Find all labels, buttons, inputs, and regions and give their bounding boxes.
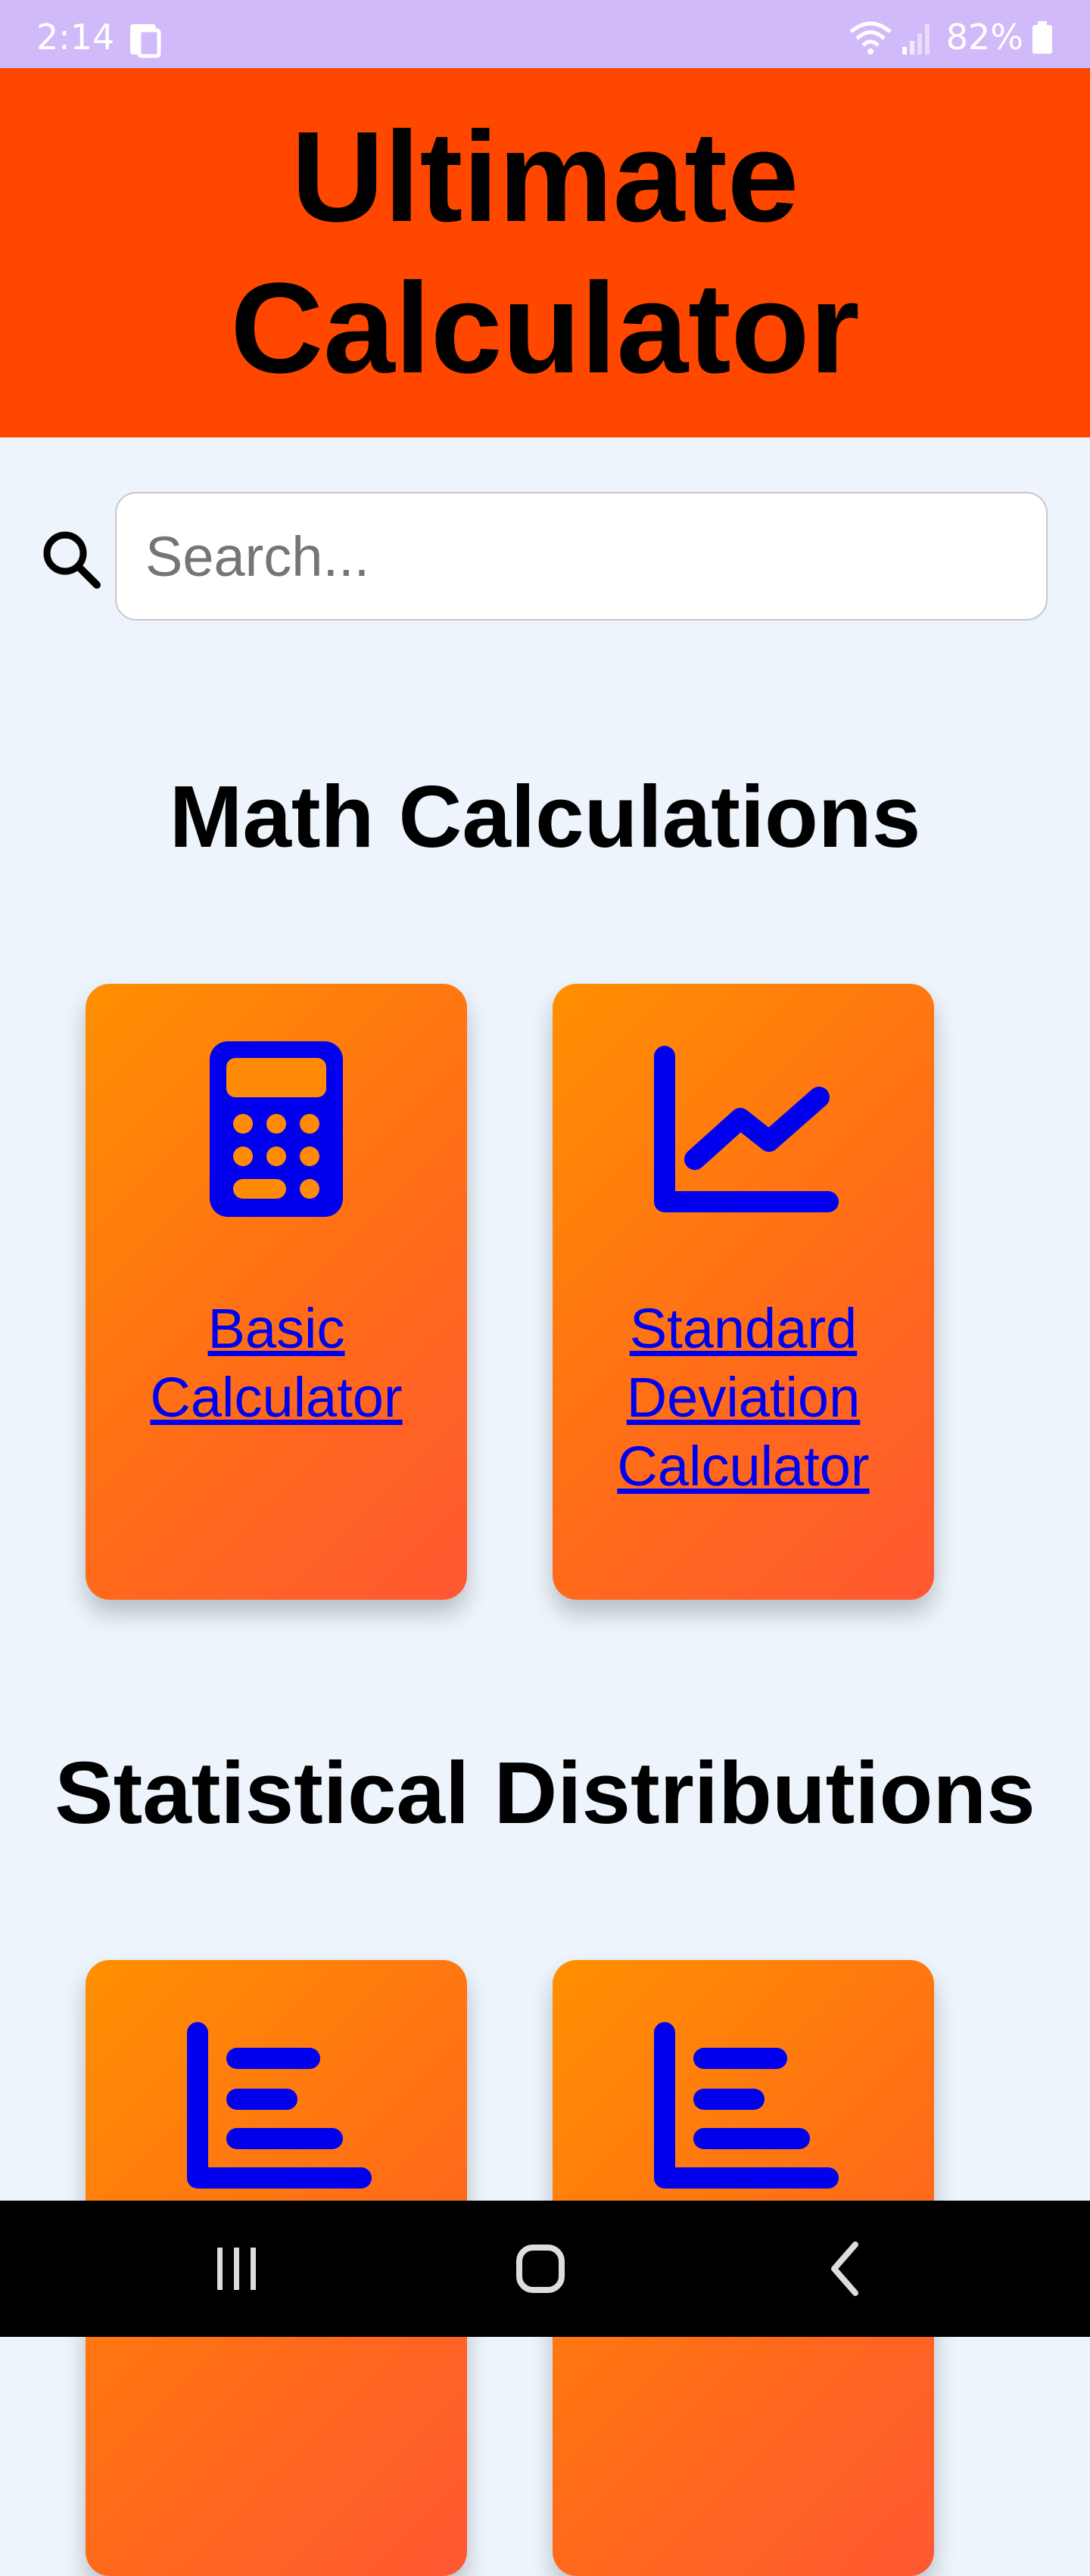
app-title: Ultimate Calculator [230,105,860,400]
back-icon[interactable] [807,2231,883,2307]
status-time: 2:14 [36,17,115,58]
navigation-bar [0,2201,1090,2337]
standard-deviation-calculator-link[interactable]: Standard Deviation Calculator [568,1294,919,1501]
recent-apps-icon[interactable] [198,2231,274,2307]
app-header: Ultimate Calculator [0,68,1090,437]
search-input[interactable] [115,492,1048,621]
battery-percentage: 82% [945,17,1023,58]
search-row [0,492,1090,624]
status-bar: 2:14 82% [0,0,1090,68]
bar-chart-icon [187,2022,372,2189]
basic-calculator-link[interactable]: Basic Calculator [101,1294,452,1432]
signal-icon [902,24,930,54]
section-heading-statistical-distributions: Statistical Distributions [54,1744,1036,1842]
wifi-icon [849,21,892,54]
calculator-icon [210,1041,343,1217]
status-right-group: 82% [848,17,1054,58]
section-heading-math: Math Calculations [169,767,921,866]
home-icon[interactable] [503,2231,578,2307]
bar-chart-icon [654,2022,839,2189]
line-chart-icon [654,1046,839,1212]
battery-icon [1032,21,1052,54]
card-basic-calculator[interactable]: Basic Calculator [86,984,467,1600]
card-standard-deviation-calculator[interactable]: Standard Deviation Calculator [553,984,934,1600]
phone-card-icon [130,24,161,58]
search-icon[interactable] [38,526,106,594]
